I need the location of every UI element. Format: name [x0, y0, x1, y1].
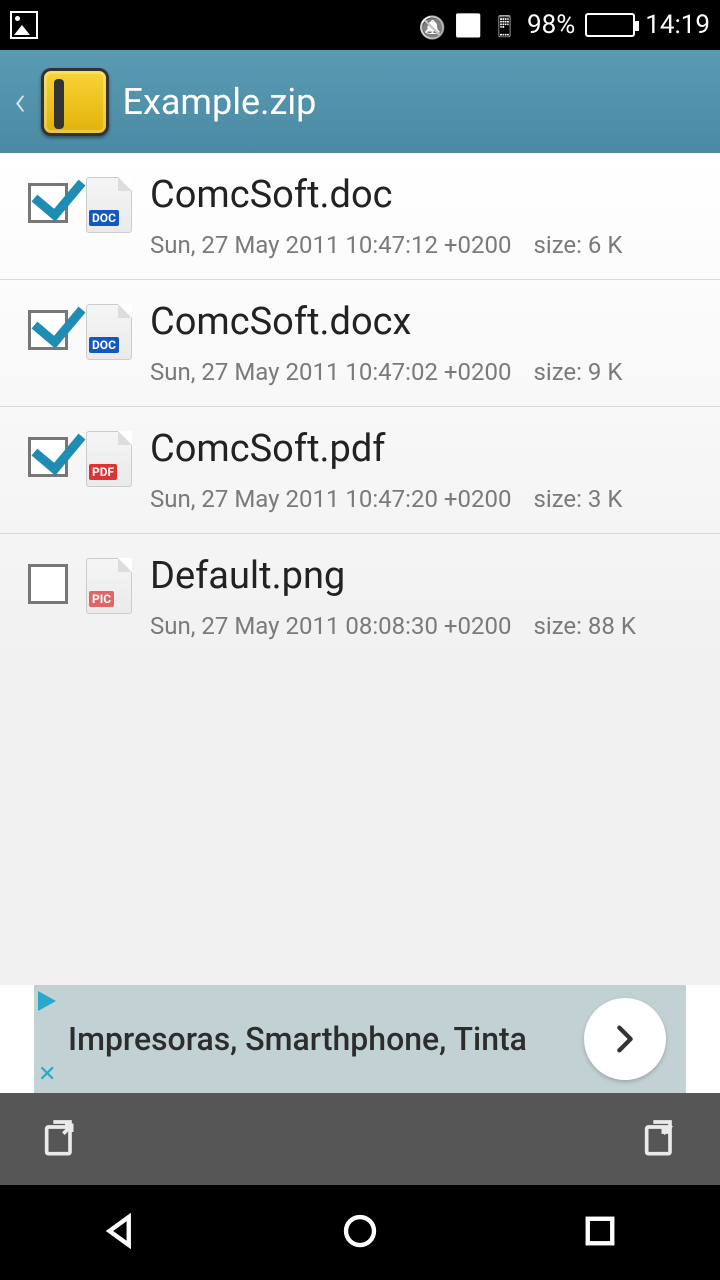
add-button[interactable] [640, 1117, 680, 1161]
file-size: size: 88 K [533, 612, 635, 640]
file-badge: DOC [89, 210, 119, 226]
checkbox[interactable] [28, 564, 68, 604]
action-bar [0, 1093, 720, 1185]
clock: 14:19 [645, 10, 710, 40]
file-badge: DOC [89, 337, 119, 353]
nav-recents-button[interactable] [579, 1210, 621, 1256]
file-type-icon: PDF [86, 431, 132, 487]
mute-icon [419, 12, 445, 38]
file-type-icon: PIC [86, 558, 132, 614]
status-bar: 98% 14:19 [0, 0, 720, 50]
checkbox[interactable] [28, 437, 68, 477]
file-badge: PIC [89, 591, 114, 607]
ad-cta-button[interactable] [584, 998, 666, 1080]
square-recents-icon [579, 1210, 621, 1252]
extract-icon [40, 1117, 80, 1157]
file-row[interactable]: DOC ComcSoft.docx Sun, 27 May 2011 10:47… [0, 279, 720, 406]
file-date: Sun, 27 May 2011 08:08:30 +0200 [150, 612, 511, 640]
file-row[interactable]: PIC Default.png Sun, 27 May 2011 08:08:3… [0, 533, 720, 660]
file-name: ComcSoft.doc [150, 173, 700, 217]
app-bar: ‹ Example.zip [0, 50, 720, 153]
app-title: Example.zip [123, 81, 317, 123]
sim-icon [492, 10, 517, 40]
file-type-icon: DOC [86, 177, 132, 233]
file-date: Sun, 27 May 2011 10:47:02 +0200 [150, 358, 511, 386]
chevron-right-icon [608, 1022, 642, 1056]
battery-percent: 98% [527, 10, 575, 40]
checkbox[interactable] [28, 183, 68, 223]
battery-icon [585, 13, 635, 37]
app-icon[interactable] [41, 68, 109, 136]
extract-button[interactable] [40, 1117, 80, 1161]
ad-close-icon[interactable]: ✕ [38, 1062, 62, 1087]
triangle-back-icon [99, 1210, 141, 1252]
screenshot-notification-icon [10, 11, 38, 39]
file-date: Sun, 27 May 2011 10:47:20 +0200 [150, 485, 511, 513]
file-row[interactable]: PDF ComcSoft.pdf Sun, 27 May 2011 10:47:… [0, 406, 720, 533]
file-name: ComcSoft.docx [150, 300, 700, 344]
add-to-archive-icon [640, 1117, 680, 1157]
file-name: Default.png [150, 554, 700, 598]
circle-home-icon [339, 1210, 381, 1252]
file-badge: PDF [89, 464, 117, 480]
checkbox[interactable] [28, 310, 68, 350]
file-size: size: 3 K [533, 485, 622, 513]
nav-home-button[interactable] [339, 1210, 381, 1256]
adchoices-icon[interactable] [38, 991, 58, 1011]
file-type-icon: DOC [86, 304, 132, 360]
file-date: Sun, 27 May 2011 10:47:12 +0200 [150, 231, 511, 259]
file-size: size: 9 K [533, 358, 622, 386]
file-list: DOC ComcSoft.doc Sun, 27 May 2011 10:47:… [0, 153, 720, 985]
nav-bar [0, 1185, 720, 1280]
ad-text: Impresoras, Smarthphone, Tinta [68, 1020, 584, 1058]
wifi-icon [455, 10, 482, 40]
ad-banner[interactable]: ✕ Impresoras, Smarthphone, Tinta [34, 985, 686, 1093]
ad-marker: ✕ [34, 985, 62, 1093]
file-size: size: 6 K [533, 231, 622, 259]
nav-back-button[interactable] [99, 1210, 141, 1256]
file-name: ComcSoft.pdf [150, 427, 700, 471]
file-row[interactable]: DOC ComcSoft.doc Sun, 27 May 2011 10:47:… [0, 153, 720, 279]
back-button[interactable]: ‹ [14, 77, 27, 126]
